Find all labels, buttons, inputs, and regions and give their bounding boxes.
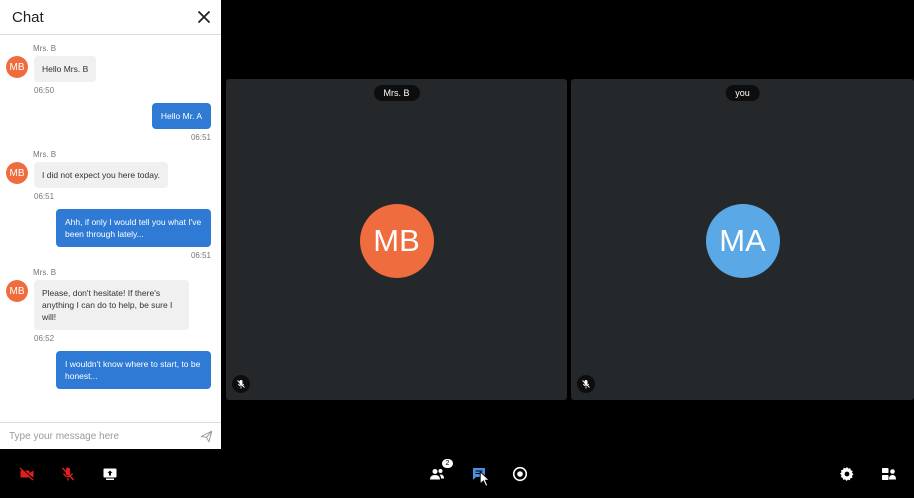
message-bubble: Ahh, if only I would tell you what I've … — [56, 209, 211, 247]
chat-composer — [0, 422, 221, 449]
chat-header: Chat — [0, 0, 221, 35]
chat-panel: Chat Mrs. B MB Hello Mrs. B 06:50 Hello … — [0, 0, 221, 449]
video-tile-local: you MA — [571, 79, 914, 400]
message-incoming: Mrs. B MB I did not expect you here toda… — [6, 150, 211, 201]
message-list[interactable]: Mrs. B MB Hello Mrs. B 06:50 Hello Mr. A… — [0, 35, 221, 422]
message-incoming: Mrs. B MB Hello Mrs. B 06:50 — [6, 44, 211, 95]
message-outgoing: Ahh, if only I would tell you what I've … — [6, 209, 211, 260]
settings-button[interactable] — [837, 464, 857, 484]
message-time: 06:51 — [34, 192, 55, 201]
mic-status-badge — [232, 375, 250, 393]
message-sender: Mrs. B — [33, 268, 57, 277]
message-input[interactable] — [9, 430, 179, 442]
mouse-pointer-icon — [479, 471, 491, 487]
close-chat-button[interactable] — [197, 10, 211, 24]
muted-mic-icon — [582, 380, 590, 389]
mic-status-badge — [577, 375, 595, 393]
screen-share-icon — [103, 468, 117, 480]
record-icon — [512, 466, 528, 482]
message-bubble: Please, don't hesitate! If there's anyth… — [34, 280, 189, 330]
message-incoming: Mrs. B MB Please, don't hesitate! If the… — [6, 268, 211, 343]
close-icon — [198, 11, 210, 23]
message-time: 06:51 — [190, 251, 211, 260]
participants-button[interactable]: 2 — [427, 459, 453, 484]
message-outgoing: Hello Mr. A 06:51 — [6, 103, 211, 142]
chat-toggle-button[interactable] — [469, 464, 491, 487]
send-icon — [200, 430, 213, 442]
record-button[interactable] — [510, 464, 530, 484]
participant-avatar: MB — [359, 204, 434, 278]
muted-mic-icon — [237, 380, 245, 389]
message-bubble: Hello Mr. A — [151, 103, 211, 129]
avatar: MB — [6, 280, 28, 302]
participant-name-tag: Mrs. B — [373, 85, 420, 101]
message-bubble: I did not expect you here today. — [34, 162, 168, 188]
message-sender: Mrs. B — [33, 150, 57, 159]
gear-icon — [840, 467, 854, 481]
participants-icon — [430, 469, 444, 480]
participant-avatar: MA — [705, 204, 780, 278]
send-button[interactable] — [200, 430, 213, 443]
screen-share-button[interactable] — [100, 464, 120, 484]
message-sender: Mrs. B — [33, 44, 57, 53]
camera-toggle-button[interactable] — [17, 464, 37, 484]
message-bubble: Hello Mrs. B — [34, 56, 97, 82]
message-time: 06:52 — [34, 334, 55, 343]
layout-toggle-button[interactable] — [879, 464, 899, 484]
chat-title: Chat — [12, 8, 44, 26]
avatar: MB — [6, 56, 28, 78]
message-outgoing: I wouldn't know where to start, to be ho… — [6, 351, 211, 389]
mic-toggle-button[interactable] — [58, 464, 78, 484]
participants-count-badge: 2 — [442, 459, 453, 468]
avatar: MB — [6, 162, 28, 184]
mic-off-icon — [61, 467, 75, 481]
call-toolbar: 2 — [0, 449, 914, 498]
video-tile-remote: Mrs. B MB — [226, 79, 567, 400]
message-bubble: I wouldn't know where to start, to be ho… — [56, 351, 211, 389]
message-time: 06:51 — [190, 133, 211, 142]
camera-off-icon — [19, 467, 35, 481]
participant-name-tag: you — [725, 85, 760, 101]
message-time: 06:50 — [34, 86, 55, 95]
user-layout-icon — [882, 468, 896, 480]
